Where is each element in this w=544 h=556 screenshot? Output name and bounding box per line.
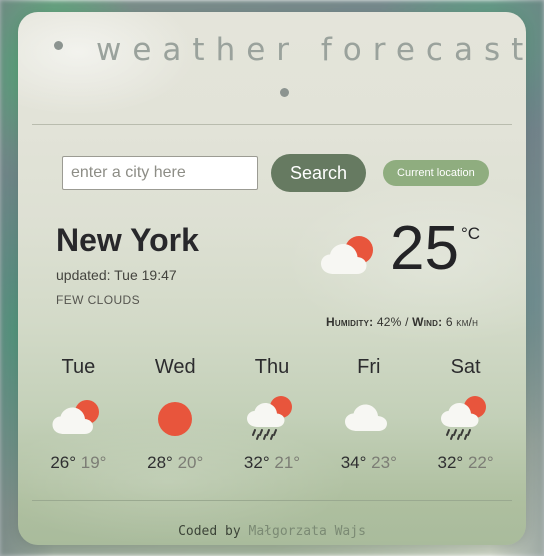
- humidity-value: 42%: [376, 315, 402, 329]
- cloud-icon: [320, 393, 417, 443]
- forecast-high: 26°: [50, 453, 77, 472]
- divider-top: [32, 124, 512, 125]
- header: weather forecast: [18, 12, 526, 124]
- footer-author: Małgorzata Wajs: [248, 524, 366, 539]
- search-input[interactable]: [62, 156, 258, 190]
- forecast-day-temps: 32° 22°: [417, 453, 514, 473]
- forecast-day-name: Wed: [154, 356, 196, 378]
- footer-credit: Coded by: [178, 524, 249, 539]
- weather-description: FEW CLOUDS: [56, 293, 141, 307]
- forecast-high: 32°: [437, 453, 464, 472]
- forecast-day-temps: 28° 20°: [127, 453, 224, 473]
- forecast-low: 22°: [467, 453, 494, 472]
- bullet-dot-icon: [54, 41, 63, 50]
- current-location-button[interactable]: Current location: [383, 160, 489, 186]
- forecast-high: 34°: [340, 453, 367, 472]
- weather-stats: Humidity: 42% / Wind: 6 km/h: [326, 315, 478, 329]
- weather-card: weather forecast Search Current location…: [18, 12, 526, 545]
- footer: Coded by Małgorzata Wajs: [18, 524, 526, 539]
- updated-time: updated: Tue 19:47: [56, 267, 177, 283]
- forecast-day: Fri 34° 23°: [320, 356, 417, 473]
- temperature-block: 25 °C: [318, 218, 480, 283]
- forecast-day-name: Sat: [450, 356, 481, 378]
- forecast-high: 28°: [147, 453, 173, 472]
- temperature-value: 25: [390, 214, 459, 283]
- current-conditions: New York updated: Tue 19:47 FEW CLOUDS 2…: [18, 214, 526, 332]
- page-title: weather forecast: [96, 32, 526, 68]
- forecast-low: 20°: [177, 453, 204, 472]
- forecast-day-name: Thu: [254, 356, 290, 378]
- sun-behind-cloud-icon: [318, 234, 380, 283]
- sun-behind-rain-cloud-icon: [417, 393, 514, 443]
- forecast-low: 23°: [371, 453, 397, 472]
- forecast-row: Tue 26° 19° Wed 28° 20° Thu 32° 21° Fri …: [30, 356, 514, 473]
- sun-behind-rain-cloud-icon: [224, 393, 321, 443]
- stats-separator: /: [405, 315, 409, 329]
- bullet-dot-icon: [280, 88, 289, 97]
- forecast-day: Tue 26° 19°: [30, 356, 127, 473]
- search-row: Search Current location: [62, 154, 489, 192]
- sun-icon: [127, 393, 224, 443]
- sun-behind-cloud-icon: [30, 393, 127, 443]
- forecast-low: 21°: [274, 453, 301, 472]
- divider-bottom: [32, 500, 512, 501]
- humidity-label: Humidity:: [326, 315, 374, 329]
- temperature-unit: °C: [460, 224, 481, 243]
- forecast-day-name: Tue: [61, 356, 96, 378]
- forecast-day-temps: 34° 23°: [320, 453, 417, 473]
- forecast-day: Wed 28° 20°: [127, 356, 224, 473]
- wind-value: 6 km/h: [445, 315, 479, 329]
- forecast-day-temps: 26° 19°: [30, 453, 127, 473]
- forecast-low: 19°: [80, 453, 107, 472]
- search-button[interactable]: Search: [271, 154, 367, 192]
- forecast-day: Sat 32° 22°: [417, 356, 514, 473]
- forecast-high: 32°: [243, 453, 270, 472]
- weather-app-page: weather forecast Search Current location…: [0, 0, 544, 556]
- forecast-day-name: Fri: [357, 356, 381, 378]
- forecast-day: Thu 32° 21°: [224, 356, 321, 473]
- city-name: New York: [56, 222, 199, 258]
- wind-label: Wind:: [412, 315, 443, 329]
- forecast-day-temps: 32° 21°: [224, 453, 321, 473]
